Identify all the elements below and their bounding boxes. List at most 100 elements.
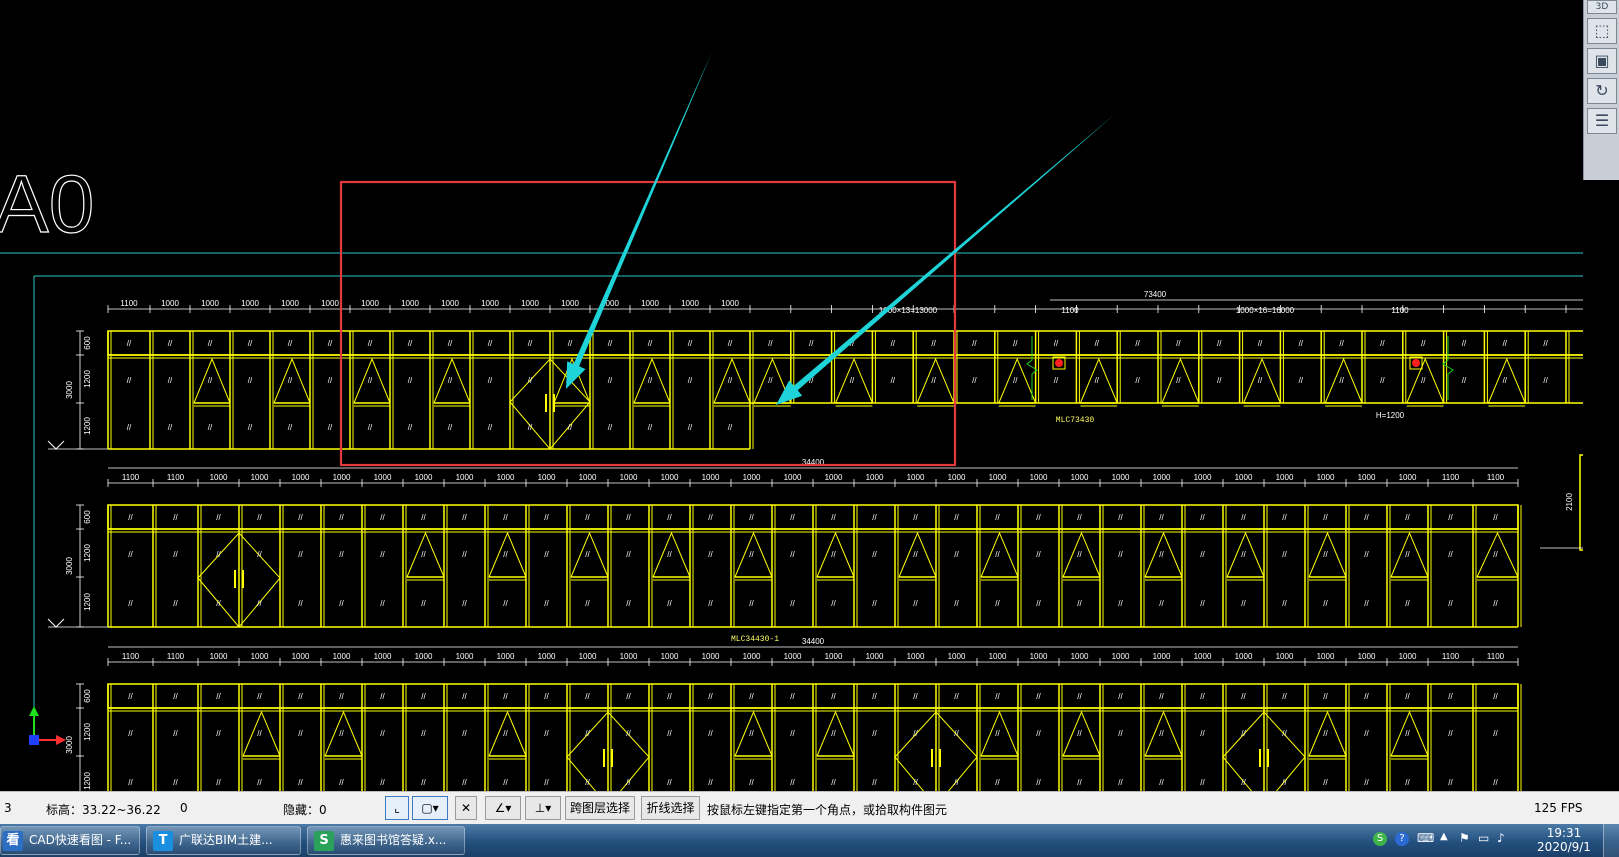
orbit-icon[interactable]: ↻ [1587,78,1617,104]
dimension-text: 1000 [1276,473,1294,482]
cad-drawing-canvas[interactable]: A0 // // // // // // // // // // // // // // // // // // //… [0,0,1583,791]
clock-date: 2020/9/1 [1537,840,1591,854]
dimension-text: 1100 [122,652,140,661]
glass-mark: // [1077,692,1082,701]
glass-mark: // [544,513,549,522]
glass-mark: // [1421,376,1426,385]
glass-mark: // [728,339,733,348]
3d-icon[interactable]: 3D [1587,0,1617,14]
glass-mark: // [790,729,795,738]
glass-mark: // [1282,599,1287,608]
dimension-text: 1000 [521,299,539,308]
taskbar-item-glodon[interactable]: T 广联达BIM土建... [146,826,301,855]
glass-mark: // [328,423,333,432]
glass-mark: // [1241,778,1246,787]
clock[interactable]: 19:31 2020/9/1 [1534,824,1594,857]
glass-mark: // [1200,778,1205,787]
glass-mark: // [257,550,262,559]
height-total-text: 3000 [65,557,74,575]
dimension-text: 1000 [784,473,802,482]
dimension-text: 1000 [579,652,597,661]
network-icon[interactable]: ▭ [1478,831,1489,845]
glass-mark: // [585,550,590,559]
volume-icon[interactable]: ♪ [1497,831,1505,845]
glass-mark: // [1159,729,1164,738]
glass-mark: // [1159,550,1164,559]
taskbar-item-wps[interactable]: S 惠来图书馆答疑.x... [307,826,465,855]
glass-mark: // [891,376,896,385]
dimension-dropdown-icon[interactable]: ⊥▾ [525,796,561,820]
show-desktop-button[interactable] [1603,824,1619,857]
dimension-text: 1000 [415,473,433,482]
ucs-origin [29,735,39,745]
cube-icon[interactable]: ⬚ [1587,18,1617,44]
glass-mark: // [667,513,672,522]
glass-mark: // [626,513,631,522]
keyboard-icon[interactable]: ⌨ [1417,831,1434,845]
glass-mark: // [1118,550,1123,559]
cross-layer-select-button[interactable]: 跨图层选择 [565,796,635,820]
glass-mark: // [173,550,178,559]
show-hidden-icons-icon[interactable]: ▲ [1440,831,1448,842]
dimension-text: 1100 [1487,473,1505,482]
glass-mark: // [568,423,573,432]
glass-mark: // [1241,550,1246,559]
dimension-text: 1000 [1153,652,1171,661]
dimension-text: 1000 [1399,652,1417,661]
glass-mark: // [488,376,493,385]
dimension-text: 1000 [1030,652,1048,661]
dimension-text: 1100 [1391,306,1409,315]
overall-dimension-text: 73400 [1144,290,1167,299]
flag-icon[interactable]: ⚑ [1459,831,1470,845]
cross-disabled-icon[interactable]: ✕ [455,796,477,820]
glass-mark: // [298,692,303,701]
glass-mark: // [913,550,918,559]
glass-mark: // [421,692,426,701]
glass-mark: // [1380,376,1385,385]
dimension-text: 1000 [907,652,925,661]
window-label-mlc73430: MLC73430 [1056,416,1095,425]
glass-mark: // [790,692,795,701]
taskbar-item-cad[interactable]: 看 CAD快速看图 - F... [0,826,140,855]
glass-mark: // [128,550,133,559]
glass-mark: // [708,729,713,738]
glass-mark: // [1118,599,1123,608]
dimension-text: 1000 [538,473,556,482]
glass-mark: // [1200,550,1205,559]
glass-mark: // [608,339,613,348]
help-icon[interactable]: ? [1395,832,1409,846]
angle-dropdown-icon[interactable]: ∠▾ [485,796,521,820]
glass-mark: // [173,692,178,701]
glass-mark: // [380,513,385,522]
sheet-title-text: A0 [0,159,94,250]
glass-mark: // [1323,550,1328,559]
glodon-icon: T [153,830,173,851]
dimension-text: 1000 [321,299,339,308]
glass-mark: // [1200,729,1205,738]
dimension-text: 1000 [641,299,659,308]
glass-mark: // [1282,513,1287,522]
glass-mark: // [421,513,426,522]
glass-mark: // [1493,692,1498,701]
glass-mark: // [421,778,426,787]
glass-mark: // [208,376,213,385]
dimension-text: 1000 [210,473,228,482]
snap-dropdown-icon[interactable]: ▢▾ [412,796,448,820]
height-text: 1200 [83,723,92,741]
glass-mark: // [891,339,896,348]
polyline-select-button[interactable]: 折线选择 [641,796,700,820]
dimension-text: 1000 [1030,473,1048,482]
glass-mark: // [1013,376,1018,385]
sheets-icon[interactable]: ☰ [1587,108,1617,134]
sogou-icon[interactable]: S [1373,832,1387,846]
glass-mark: // [127,423,132,432]
glass-mark: // [1159,513,1164,522]
cube-front-icon[interactable]: ▣ [1587,48,1617,74]
ortho-icon[interactable]: ⌞ [385,796,409,820]
glass-mark: // [544,599,549,608]
glass-mark: // [585,778,590,787]
dimension-text: 1000 [743,473,761,482]
glass-mark: // [872,550,877,559]
glass-mark: // [626,599,631,608]
glass-mark: // [585,692,590,701]
